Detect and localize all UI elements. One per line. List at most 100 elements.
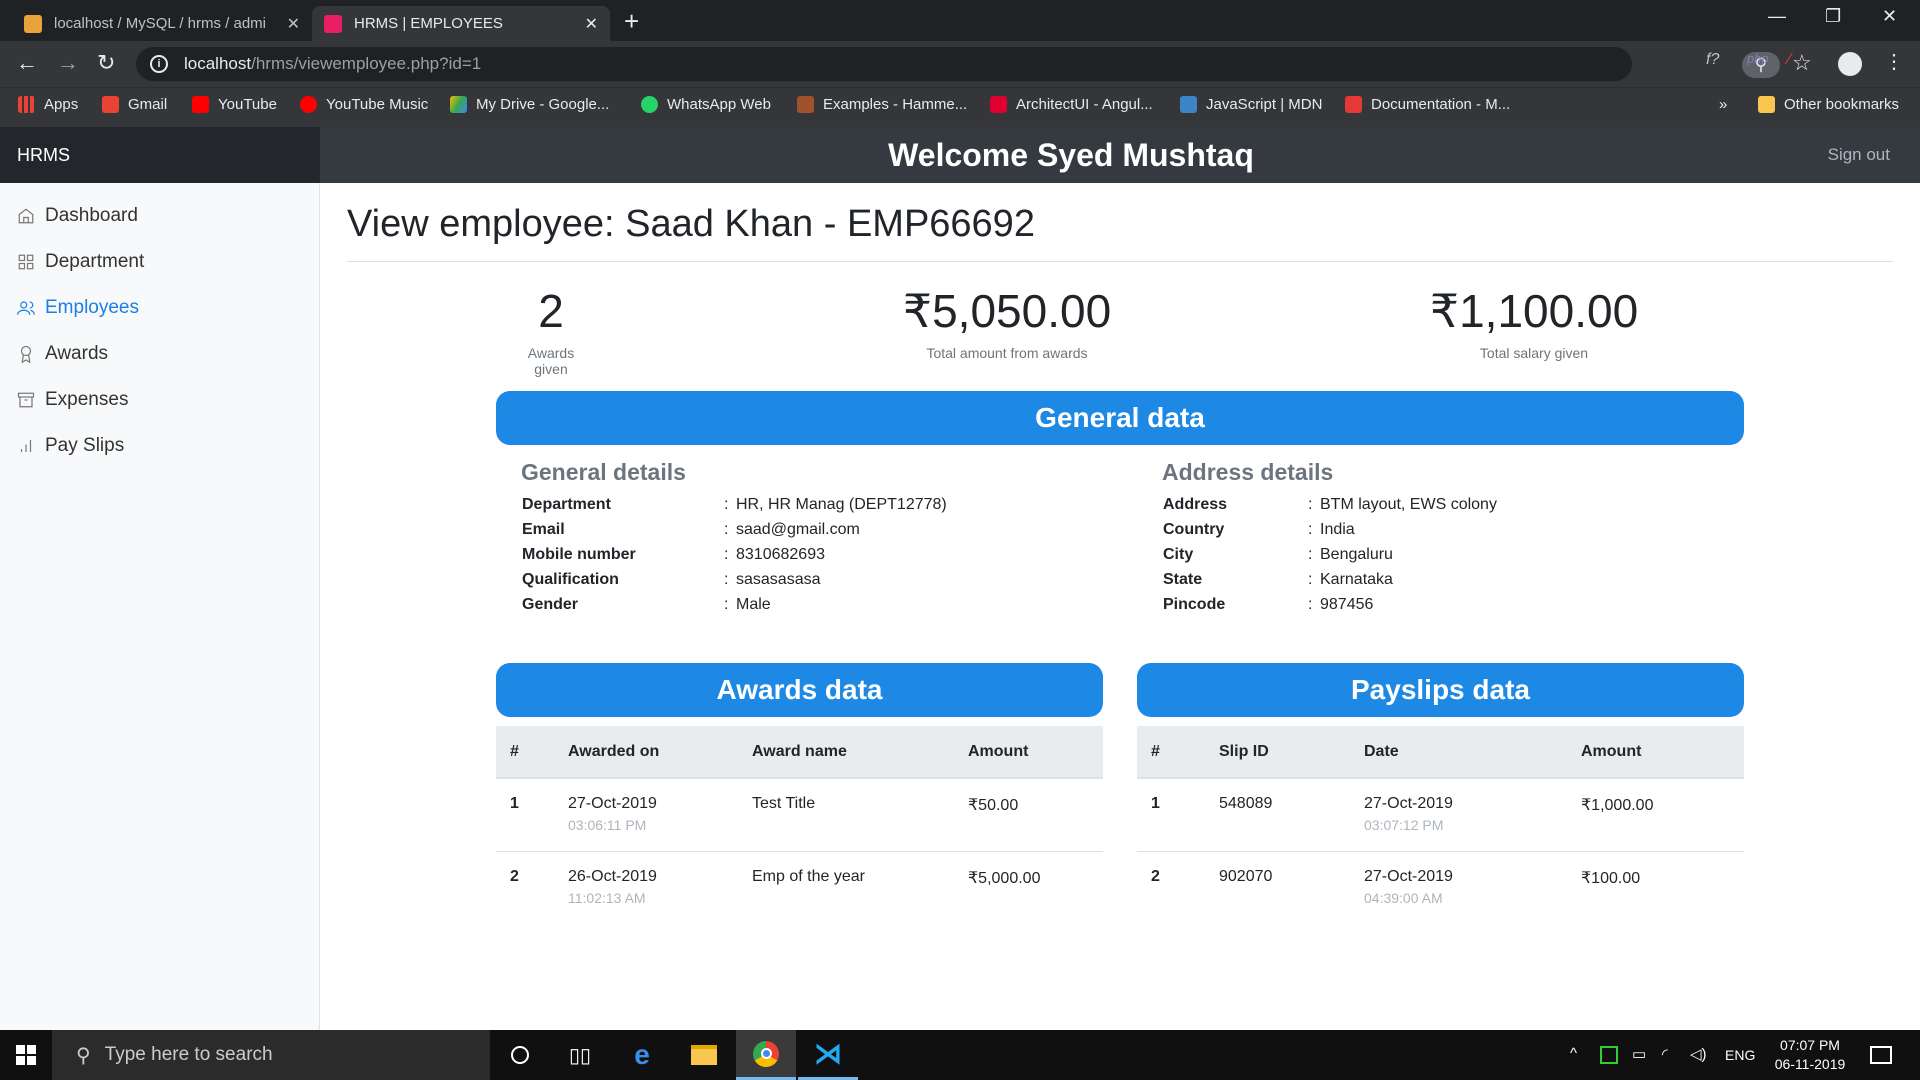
- detail-separator: :: [724, 596, 729, 613]
- close-tab-icon[interactable]: ✕: [287, 14, 300, 34]
- extension-icon[interactable]: ⁄: [1788, 51, 1791, 69]
- awards-data-banner: Awards data: [496, 663, 1103, 717]
- amount-cell: ₹50.00: [954, 778, 1103, 852]
- close-window-icon[interactable]: ✕: [1882, 6, 1897, 27]
- sidebar-item-pay-slips[interactable]: Pay Slips: [17, 435, 124, 457]
- bookmark-label: My Drive - Google...: [476, 96, 610, 113]
- edge-icon[interactable]: e: [612, 1030, 672, 1080]
- sidebar-item-label: Employees: [45, 297, 139, 318]
- time-text: 04:39:00 AM: [1364, 889, 1443, 906]
- volume-icon[interactable]: ◁): [1690, 1045, 1707, 1063]
- bookmark-whatsapp[interactable]: WhatsApp Web: [641, 96, 771, 113]
- bookmark-label: ArchitectUI - Angul...: [1016, 96, 1153, 113]
- bookmark-documentation[interactable]: Documentation - M...: [1345, 96, 1510, 113]
- language-indicator[interactable]: ENG: [1725, 1047, 1755, 1063]
- sidebar-item-department[interactable]: Department: [17, 251, 144, 273]
- clock-date: 06-11-2019: [1774, 1056, 1846, 1072]
- extension-php-icon[interactable]: php: [1747, 51, 1769, 66]
- notifications-icon[interactable]: [1870, 1046, 1892, 1064]
- extension-fx-icon[interactable]: f?: [1706, 51, 1719, 69]
- phpmyadmin-favicon-icon: [24, 14, 42, 33]
- stat-value: ₹5,050.00: [902, 285, 1112, 337]
- detail-row: Country: India: [1163, 521, 1763, 539]
- detail-separator: :: [1308, 521, 1313, 538]
- sidebar-item-employees[interactable]: Employees: [17, 297, 139, 319]
- chrome-icon[interactable]: [736, 1030, 796, 1080]
- minimize-icon[interactable]: —: [1768, 6, 1786, 27]
- home-icon: [18, 208, 34, 224]
- documentation-icon: [1345, 96, 1362, 113]
- hammer-icon: [797, 96, 814, 113]
- show-hidden-icons[interactable]: ^: [1570, 1045, 1577, 1062]
- other-bookmarks[interactable]: Other bookmarks: [1758, 96, 1899, 113]
- stat-awards-given: 2 Awards given: [511, 283, 591, 377]
- bookmark-label: YouTube: [218, 96, 277, 113]
- sidebar-item-awards[interactable]: Awards: [17, 343, 108, 365]
- clock-time: 07:07 PM: [1780, 1037, 1840, 1053]
- tray-app-icon[interactable]: [1600, 1046, 1618, 1064]
- restore-icon[interactable]: ❐: [1825, 6, 1841, 27]
- task-view-icon[interactable]: ▯▯: [550, 1030, 610, 1080]
- whatsapp-icon: [641, 96, 658, 113]
- date-text: 26-Oct-2019: [568, 867, 657, 885]
- detail-separator: :: [724, 496, 729, 513]
- taskbar-search-box[interactable]: ⚲ Type here to search: [52, 1030, 490, 1080]
- time-text: 11:02:13 AM: [568, 889, 646, 906]
- detail-separator: :: [724, 546, 729, 563]
- detail-value: Bengaluru: [1320, 546, 1393, 563]
- profile-avatar[interactable]: [1838, 52, 1862, 76]
- back-icon[interactable]: ←: [16, 51, 38, 75]
- detail-row: Address: BTM layout, EWS colony: [1163, 496, 1763, 514]
- sidebar-item-expenses[interactable]: Expenses: [17, 389, 128, 411]
- column-header: Award name: [738, 726, 954, 779]
- address-details-heading: Address details: [1162, 459, 1334, 485]
- sidebar-item-label: Awards: [45, 343, 109, 364]
- sidebar-item-label: Department: [45, 251, 145, 272]
- address-bar[interactable]: i localhost/hrms/viewemployee.php?id=1 ⚲…: [136, 47, 1812, 81]
- battery-icon[interactable]: ▭: [1632, 1045, 1646, 1063]
- more-bookmarks-button[interactable]: »: [1719, 96, 1727, 113]
- gmail-icon: [102, 96, 119, 113]
- clock[interactable]: 07:07 PM 06-11-2019: [1770, 1036, 1850, 1074]
- menu-icon[interactable]: ⋮: [1884, 49, 1904, 74]
- brand[interactable]: HRMS: [0, 127, 320, 183]
- sidebar-item-dashboard[interactable]: Dashboard: [17, 205, 138, 227]
- tab-title: HRMS | EMPLOYEES: [354, 15, 503, 32]
- tab-phpmyadmin[interactable]: localhost / MySQL / hrms / admi ✕: [12, 6, 312, 41]
- bookmark-examples-hammer[interactable]: Examples - Hamme...: [797, 96, 967, 113]
- table-row: 2 902070 27-Oct-2019 04:39:00 AM ₹100.00: [1137, 851, 1744, 924]
- detail-value: HR, HR Manag (DEPT12778): [736, 496, 947, 513]
- detail-key: Qualification: [522, 571, 619, 588]
- bookmark-my-drive[interactable]: My Drive - Google...: [450, 96, 609, 113]
- reload-icon[interactable]: ↻: [97, 51, 115, 75]
- new-tab-button[interactable]: +: [624, 6, 639, 36]
- bookmark-star-icon[interactable]: ☆: [1792, 50, 1812, 76]
- vscode-icon[interactable]: ⋊: [798, 1030, 858, 1080]
- youtube-icon: [192, 96, 209, 113]
- bookmark-youtube[interactable]: YouTube: [192, 96, 277, 113]
- close-tab-icon[interactable]: ✕: [585, 14, 598, 34]
- cortana-icon[interactable]: [490, 1030, 550, 1080]
- row-number: 2: [510, 867, 519, 885]
- file-explorer-icon[interactable]: [674, 1030, 734, 1080]
- detail-key: State: [1163, 571, 1203, 588]
- detail-separator: :: [1308, 546, 1313, 563]
- windows-start-icon[interactable]: [0, 1030, 52, 1080]
- mdn-icon: [1180, 96, 1197, 113]
- tab-hrms-employees[interactable]: HRMS | EMPLOYEES ✕: [312, 6, 610, 41]
- bookmark-mdn[interactable]: JavaScript | MDN: [1180, 96, 1322, 113]
- sign-out-link[interactable]: Sign out: [1828, 145, 1890, 165]
- forward-icon[interactable]: →: [57, 51, 79, 75]
- detail-row: City: Bengaluru: [1163, 546, 1763, 564]
- site-info-icon[interactable]: i: [150, 55, 168, 73]
- detail-separator: :: [724, 571, 729, 588]
- detail-key: Department: [522, 496, 611, 513]
- wifi-icon[interactable]: ◜: [1662, 1045, 1668, 1063]
- bookmark-gmail[interactable]: Gmail: [102, 96, 167, 113]
- detail-value: 987456: [1320, 596, 1374, 613]
- bookmark-apps[interactable]: Apps: [18, 96, 78, 113]
- bookmark-architectui[interactable]: ArchitectUI - Angul...: [990, 96, 1153, 113]
- detail-row: Gender: Male: [522, 596, 1122, 614]
- bookmark-youtube-music[interactable]: YouTube Music: [300, 96, 428, 113]
- detail-separator: :: [1308, 496, 1313, 513]
